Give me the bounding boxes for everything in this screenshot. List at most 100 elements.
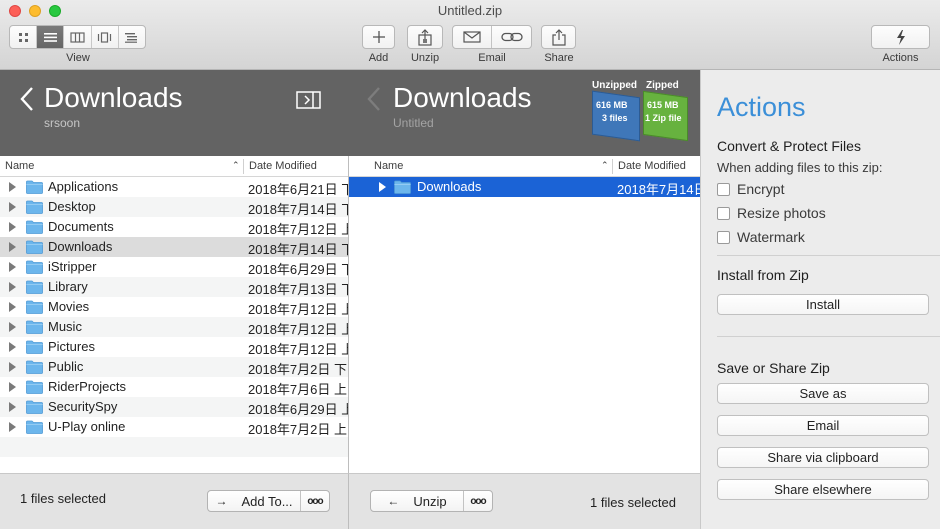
folder-icon (26, 400, 43, 414)
actions-toolbar-button[interactable] (871, 25, 930, 49)
add-button[interactable] (362, 25, 395, 49)
icon-view-button[interactable] (10, 26, 38, 48)
unzip-button[interactable]: ← Unzip (371, 494, 463, 509)
item-date: 2018年6月21日 下 (248, 182, 349, 197)
disclosure-triangle-icon[interactable] (9, 282, 16, 292)
back-chevron-icon[interactable] (19, 86, 35, 112)
encrypt-label: Encrypt (737, 181, 785, 197)
disclosure-triangle-icon[interactable] (9, 242, 16, 252)
column-view-button[interactable] (64, 26, 92, 48)
actions-toolbar-label: Actions (882, 52, 919, 64)
link-toolbar-button[interactable] (492, 26, 531, 48)
encrypt-checkbox-box[interactable] (717, 182, 730, 196)
resize-photos-checkbox-box[interactable] (717, 206, 730, 220)
local-selection-status: 1 files selected (20, 491, 106, 506)
item-name: Desktop (48, 199, 96, 214)
disclosure-triangle-icon[interactable] (9, 182, 16, 192)
item-name: Music (48, 319, 82, 334)
item-name: iStripper (48, 259, 97, 274)
email-button[interactable]: Email (717, 415, 929, 436)
resize-photos-checkbox[interactable]: Resize photos (717, 205, 826, 221)
share-via-clipboard-button[interactable]: Share via clipboard (717, 447, 929, 468)
coverflow-view-button[interactable] (92, 26, 119, 48)
zip-column-header: Name ⌃ Date Modified (349, 156, 700, 177)
toolbar: Untitled.zip View Add Unzip Email Share … (0, 0, 940, 70)
zipped-size: 615 MB (647, 100, 679, 110)
disclosure-triangle-icon[interactable] (9, 202, 16, 212)
zip-back-chevron-icon[interactable] (366, 86, 382, 112)
save-as-button[interactable]: Save as (717, 383, 929, 404)
list-item[interactable]: Music 2018年7月12日 上 (0, 317, 348, 337)
list-item[interactable]: U-Play online 2018年7月2日 上 (0, 417, 348, 437)
list-item[interactable]: Library 2018年7月13日 下 (0, 277, 348, 297)
disclosure-triangle-icon[interactable] (9, 262, 16, 272)
date-column-header[interactable]: Date Modified (249, 160, 317, 172)
add-to-button[interactable]: → Add To... (208, 494, 300, 509)
unzipped-size: 616 MB (596, 100, 628, 110)
folder-icon (26, 360, 43, 374)
watermark-checkbox-box[interactable] (717, 230, 730, 244)
local-file-list[interactable]: Name ⌃ Date Modified Applications 2018年6月… (0, 156, 349, 473)
save-section-title: Save or Share Zip (717, 360, 830, 376)
outline-icon (125, 32, 138, 43)
list-item[interactable]: Applications 2018年6月21日 下 (0, 177, 348, 197)
folder-icon (26, 320, 43, 334)
folder-icon (26, 280, 43, 294)
zipped-label: Zipped (646, 80, 679, 91)
install-section-title: Install from Zip (717, 267, 809, 283)
zip-selection-status: 1 files selected (590, 495, 676, 510)
share-icon (551, 28, 566, 46)
arrow-left-icon: ← (387, 494, 400, 508)
watermark-checkbox[interactable]: Watermark (717, 229, 805, 245)
list-item[interactable]: Pictures 2018年7月12日 上 (0, 337, 348, 357)
outline-view-button[interactable] (119, 26, 145, 48)
disclosure-triangle-icon[interactable] (9, 302, 16, 312)
list-item[interactable]: SecuritySpy 2018年6月29日 上 (0, 397, 348, 417)
share-elsewhere-button[interactable]: Share elsewhere (717, 479, 929, 500)
list-item[interactable]: iStripper 2018年6月29日 下 (0, 257, 348, 277)
folder-icon (26, 200, 43, 214)
list-item[interactable]: Downloads 2018年7月14日 下 (0, 237, 348, 257)
list-item[interactable]: Desktop 2018年7月14日 下 (0, 197, 348, 217)
disclosure-triangle-icon[interactable] (379, 182, 386, 192)
install-button[interactable]: Install (717, 294, 929, 315)
item-date: 2018年6月29日 下 (248, 262, 349, 277)
zip-date-column-header[interactable]: Date Modified (618, 160, 686, 172)
unzip-button-group[interactable]: ← Unzip ooo (370, 490, 493, 512)
folder-icon (394, 180, 411, 194)
app-window: Untitled.zip View Add Unzip Email Share … (0, 0, 940, 529)
share-toolbar-button[interactable] (541, 25, 576, 49)
name-column-header[interactable]: Name (5, 160, 34, 172)
lightning-icon (896, 29, 905, 45)
unzip-more-button[interactable]: ooo (464, 496, 492, 507)
email-toolbar-button[interactable] (453, 26, 493, 48)
disclosure-triangle-icon[interactable] (9, 322, 16, 332)
item-date: 2018年6月29日 上 (248, 402, 349, 417)
list-item[interactable]: Documents 2018年7月12日 上 (0, 217, 348, 237)
item-date: 2018年7月12日 上 (248, 322, 349, 337)
zip-file-list[interactable]: Name ⌃ Date Modified Downloads 2018年7月14日 (349, 156, 700, 473)
add-to-button-group[interactable]: → Add To... ooo (207, 490, 330, 512)
list-item[interactable]: Movies 2018年7月12日 上 (0, 297, 348, 317)
list-view-button[interactable] (37, 26, 65, 48)
disclosure-triangle-icon[interactable] (9, 382, 16, 392)
disclosure-triangle-icon[interactable] (9, 342, 16, 352)
divider (717, 336, 940, 337)
disclosure-triangle-icon[interactable] (9, 362, 16, 372)
view-mode-control[interactable] (9, 25, 146, 49)
encrypt-checkbox[interactable]: Encrypt (717, 181, 784, 197)
list-item[interactable]: Public 2018年7月2日 下 (0, 357, 348, 377)
item-name: RiderProjects (48, 379, 127, 394)
item-name: Library (48, 279, 88, 294)
add-to-more-button[interactable]: ooo (301, 496, 329, 507)
disclosure-triangle-icon[interactable] (9, 222, 16, 232)
zip-name-column-header[interactable]: Name (374, 160, 403, 172)
unzip-toolbar-label: Unzip (410, 52, 440, 64)
email-share-group[interactable] (452, 25, 532, 49)
disclosure-triangle-icon[interactable] (9, 422, 16, 432)
zip-list-item[interactable]: Downloads 2018年7月14日 (349, 177, 700, 197)
toggle-sidebar-icon[interactable] (296, 91, 321, 109)
list-item[interactable]: RiderProjects 2018年7月6日 上 (0, 377, 348, 397)
unzip-toolbar-button[interactable] (407, 25, 443, 49)
disclosure-triangle-icon[interactable] (9, 402, 16, 412)
